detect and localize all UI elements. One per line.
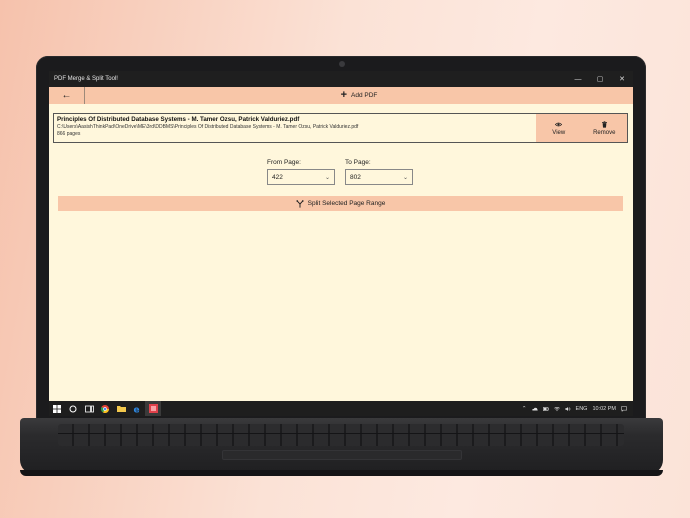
taskbar-edge[interactable]: e bbox=[129, 401, 145, 416]
system-tray: ⌃ ENG 10:02 PM bbox=[522, 406, 633, 412]
svg-text:e: e bbox=[134, 405, 140, 413]
wifi-icon[interactable] bbox=[553, 406, 560, 412]
chevron-down-icon: ⌄ bbox=[324, 174, 330, 181]
to-page-value: 802 bbox=[350, 173, 361, 181]
windows-logo-icon bbox=[53, 404, 61, 413]
volume-icon[interactable] bbox=[564, 406, 571, 412]
from-page-dropdown[interactable]: 422 ⌄ bbox=[267, 169, 335, 185]
eye-icon bbox=[555, 122, 563, 126]
start-button[interactable] bbox=[49, 401, 65, 416]
laptop-base-edge bbox=[20, 470, 663, 476]
close-button[interactable]: ✕ bbox=[611, 71, 633, 87]
to-page-dropdown[interactable]: 802 ⌄ bbox=[345, 169, 413, 185]
screen: PDF Merge & Split Tool! — ▢ ✕ ← + Add PD… bbox=[49, 71, 633, 416]
split-icon bbox=[296, 199, 304, 208]
chrome-icon bbox=[101, 404, 109, 413]
back-arrow-icon: ← bbox=[61, 90, 72, 101]
folder-icon bbox=[116, 406, 126, 412]
window-title: PDF Merge & Split Tool! bbox=[54, 76, 118, 82]
chevron-down-icon: ⌄ bbox=[402, 174, 408, 181]
taskbar-pdf-tool[interactable] bbox=[145, 401, 161, 416]
view-label: View bbox=[552, 129, 566, 136]
file-actions: View Remove bbox=[536, 114, 627, 142]
back-button[interactable]: ← bbox=[49, 87, 85, 104]
task-view-button[interactable] bbox=[81, 401, 97, 416]
taskbar-chrome[interactable] bbox=[97, 401, 113, 416]
language-indicator[interactable]: ENG bbox=[576, 406, 588, 412]
onedrive-icon[interactable] bbox=[531, 406, 538, 412]
edge-icon: e bbox=[134, 405, 140, 413]
webcam bbox=[339, 61, 345, 67]
taskbar: e ⌃ ENG 10:02 PM bbox=[49, 401, 633, 416]
minimize-button[interactable]: — bbox=[567, 71, 589, 87]
keyboard-gap bbox=[58, 433, 624, 434]
task-view-icon bbox=[84, 405, 94, 412]
to-page-group: To Page: 802 ⌄ bbox=[345, 159, 413, 185]
remove-label: Remove bbox=[593, 129, 616, 136]
split-range-button[interactable]: Split Selected Page Range bbox=[58, 196, 623, 211]
add-pdf-button[interactable]: + Add PDF bbox=[85, 90, 633, 101]
window-titlebar: PDF Merge & Split Tool! — ▢ ✕ bbox=[49, 71, 633, 87]
battery-icon[interactable] bbox=[542, 406, 549, 412]
maximize-button[interactable]: ▢ bbox=[589, 71, 611, 87]
to-page-label: To Page: bbox=[345, 159, 371, 166]
view-button[interactable]: View bbox=[536, 114, 582, 142]
taskbar-file-explorer[interactable] bbox=[113, 401, 129, 416]
action-center-icon[interactable] bbox=[621, 405, 627, 412]
search-button[interactable] bbox=[65, 401, 81, 416]
app-header: ← + Add PDF bbox=[49, 87, 633, 104]
clock[interactable]: 10:02 PM bbox=[592, 406, 616, 412]
chevron-up-icon[interactable]: ⌃ bbox=[522, 406, 527, 412]
cortana-icon bbox=[69, 405, 77, 412]
keyboard bbox=[58, 424, 624, 446]
add-pdf-label: Add PDF bbox=[351, 92, 378, 99]
from-page-value: 422 bbox=[272, 173, 283, 181]
trash-icon bbox=[601, 120, 607, 128]
split-label: Split Selected Page Range bbox=[307, 200, 386, 207]
file-info: Principles Of Distributed Database Syste… bbox=[54, 114, 536, 142]
pdf-app-icon bbox=[148, 404, 158, 413]
from-page-label: From Page: bbox=[267, 159, 301, 166]
file-page-count: 866 pages bbox=[57, 131, 81, 137]
from-page-group: From Page: 422 ⌄ bbox=[267, 159, 335, 185]
plus-icon: + bbox=[340, 89, 348, 101]
file-name: Principles Of Distributed Database Syste… bbox=[57, 116, 300, 123]
file-path: C:\Users\AasishThinkPad\OneDrive\ME\3rd\… bbox=[57, 124, 359, 130]
file-list-item[interactable]: Principles Of Distributed Database Syste… bbox=[53, 113, 628, 143]
remove-button[interactable]: Remove bbox=[582, 114, 628, 142]
touchpad bbox=[222, 450, 462, 460]
